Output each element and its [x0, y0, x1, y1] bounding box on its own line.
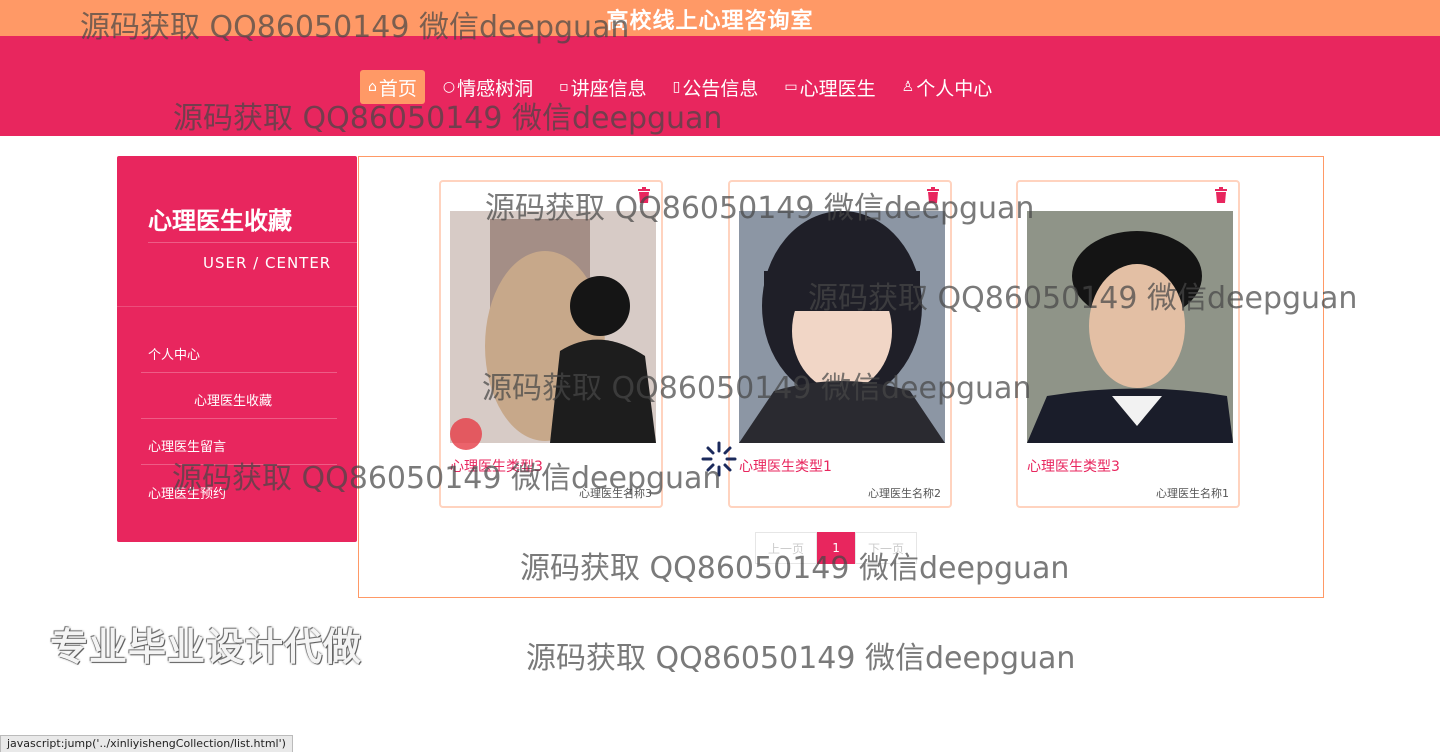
promo-banner: 专业毕业设计代做	[50, 625, 363, 669]
divider	[141, 372, 337, 373]
user-sidebar: 心理医生收藏 USER / CENTER 个人中心 心理医生收藏 心理医生留言 …	[117, 156, 358, 542]
circle-icon: ○	[442, 79, 456, 95]
nav-menu: ⌂ 首页 ○ 情感树洞 ▫ 讲座信息 ▯ 公告信息 ▭ 心理医生 ♙ 个人中心	[360, 70, 1000, 104]
divider	[141, 464, 337, 465]
pagination: 上一页 1 下一页	[755, 532, 918, 564]
divider	[148, 242, 358, 243]
doctor-photo[interactable]	[1027, 211, 1233, 443]
watermark: 源码获取 QQ86050149 微信deepguan	[526, 641, 1076, 676]
divider	[117, 306, 357, 307]
doctor-type[interactable]: 心理医生类型3	[450, 456, 543, 476]
nav-label: 首页	[378, 77, 417, 100]
click-indicator	[450, 418, 482, 450]
nav-item-lectures[interactable]: ▫ 讲座信息	[551, 70, 655, 104]
page-number-button[interactable]: 1	[817, 532, 856, 564]
doctor-photo[interactable]	[450, 211, 656, 443]
main-navbar: ⌂ 首页 ○ 情感树洞 ▫ 讲座信息 ▯ 公告信息 ▭ 心理医生 ♙ 个人中心	[0, 36, 1440, 136]
sidebar-item-user-center[interactable]: 个人中心	[148, 344, 200, 363]
grid-icon: ▫	[559, 79, 569, 95]
doctor-name: 心理医生名称3	[579, 487, 652, 500]
sidebar-title: 心理医生收藏	[148, 207, 292, 235]
trash-icon[interactable]	[1214, 187, 1228, 203]
nav-item-doctors[interactable]: ▭ 心理医生	[776, 70, 883, 104]
nav-label: 心理医生	[799, 77, 876, 100]
doctor-name: 心理医生名称1	[1156, 487, 1229, 500]
nav-item-tree-hole[interactable]: ○ 情感树洞	[435, 70, 541, 104]
doctor-type[interactable]: 心理医生类型3	[1027, 456, 1120, 476]
home-icon: ⌂	[368, 79, 377, 95]
doctor-card[interactable]: 心理医生类型3 心理医生名称1	[1016, 180, 1240, 508]
top-bar: 高校线上心理咨询室	[0, 0, 1440, 36]
sidebar-item-doctor-favorites[interactable]: 心理医生收藏	[194, 390, 272, 409]
user-icon: ♙	[901, 79, 915, 95]
trash-icon[interactable]	[637, 187, 651, 203]
nav-item-home[interactable]: ⌂ 首页	[360, 70, 425, 104]
nav-label: 情感树洞	[457, 77, 534, 100]
book-icon: ▭	[784, 79, 798, 95]
sidebar-subtitle: USER / CENTER	[203, 254, 332, 272]
favorites-panel: 心理医生类型3 心理医生名称3 心理医生类型1 心理医生名称2 心理医生类型3 …	[358, 156, 1324, 598]
site-title: 高校线上心理咨询室	[606, 9, 814, 34]
doctor-type[interactable]: 心理医生类型1	[739, 456, 832, 476]
doctor-card[interactable]: 心理医生类型1 心理医生名称2	[728, 180, 952, 508]
trash-icon[interactable]	[926, 187, 940, 203]
doctor-name: 心理医生名称2	[868, 487, 941, 500]
sidebar-item-doctor-messages[interactable]: 心理医生留言	[148, 436, 226, 455]
doctor-photo[interactable]	[739, 211, 945, 443]
next-page-button[interactable]: 下一页	[855, 532, 918, 564]
nav-item-notices[interactable]: ▯ 公告信息	[665, 70, 767, 104]
prev-page-button[interactable]: 上一页	[755, 532, 818, 564]
nav-label: 个人中心	[916, 77, 993, 100]
divider	[141, 418, 337, 419]
doctor-card[interactable]: 心理医生类型3 心理医生名称3	[439, 180, 663, 508]
bookmark-icon: ▯	[672, 79, 681, 95]
status-bar-url: javascript:jump('../xinliyishengCollecti…	[0, 735, 293, 752]
loading-spinner-icon	[701, 441, 737, 477]
nav-item-user-center[interactable]: ♙ 个人中心	[894, 70, 1001, 104]
nav-label: 讲座信息	[570, 77, 647, 100]
nav-label: 公告信息	[682, 77, 759, 100]
sidebar-item-doctor-appointments[interactable]: 心理医生预约	[148, 483, 226, 502]
